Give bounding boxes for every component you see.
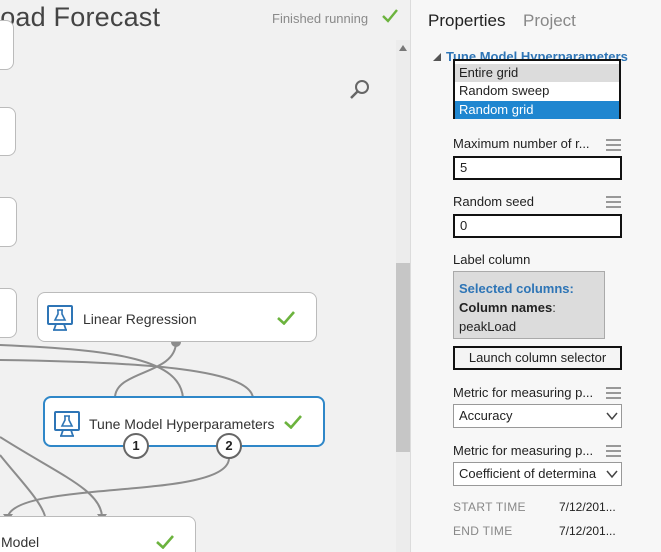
tab-properties[interactable]: Properties	[428, 11, 505, 31]
flask-monitor-icon	[54, 411, 80, 437]
end-time-label: END TIME	[453, 524, 513, 538]
module-label: Tune Model Hyperparameters	[89, 416, 275, 432]
connection-wires	[0, 337, 258, 521]
tab-project[interactable]: Project	[523, 11, 576, 31]
parameter-menu-icon[interactable]	[606, 387, 621, 399]
check-icon	[277, 311, 295, 325]
column-names-value: peakLoad	[459, 319, 517, 334]
label-column-label: Label column	[453, 252, 531, 267]
chevron-down-icon	[606, 412, 618, 421]
start-time-label: START TIME	[453, 500, 526, 514]
chevron-down-icon	[606, 470, 618, 479]
max-runs-input[interactable]: 5	[453, 156, 622, 180]
module-partial-3[interactable]	[0, 197, 17, 247]
metric-regression-select[interactable]: Coefficient of determina	[453, 462, 622, 486]
flask-monitor-icon	[47, 305, 73, 331]
end-time-value: 7/12/201...	[559, 524, 616, 538]
option-random-sweep[interactable]: Random sweep	[455, 82, 619, 100]
scrollbar-thumb[interactable]	[396, 263, 410, 452]
scroll-up-icon[interactable]	[399, 44, 407, 52]
random-seed-label: Random seed	[453, 194, 534, 209]
module-tune-model-hyperparameters[interactable]: Tune Model Hyperparameters	[43, 396, 325, 447]
module-label: Linear Regression	[83, 311, 197, 327]
column-names-separator: :	[552, 300, 556, 315]
module-label: Model	[1, 534, 40, 550]
launch-column-selector-button[interactable]: Launch column selector	[453, 346, 622, 370]
option-entire-grid[interactable]: Entire grid	[455, 64, 619, 82]
max-runs-label: Maximum number of r...	[453, 136, 590, 151]
selected-value: Coefficient of determina	[459, 466, 597, 481]
metric-classification-label: Metric for measuring p...	[453, 385, 594, 400]
selected-columns-box: Selected columns: Column names: peakLoad	[453, 271, 605, 339]
output-port-1[interactable]: 1	[123, 433, 149, 459]
output-port-2[interactable]: 2	[216, 433, 242, 459]
module-partial-2[interactable]	[0, 107, 16, 156]
random-seed-input[interactable]: 0	[453, 214, 622, 238]
column-names-key: Column names	[459, 300, 553, 315]
option-random-grid[interactable]: Random grid	[455, 101, 619, 119]
selected-columns-title: Selected columns:	[459, 281, 574, 296]
module-partial-1[interactable]	[0, 20, 14, 70]
start-time-value: 7/12/201...	[559, 500, 616, 514]
module-model-partial[interactable]: Model	[0, 516, 196, 552]
parameter-menu-icon[interactable]	[606, 139, 621, 151]
check-icon	[284, 415, 302, 429]
properties-panel: Properties Project Tune Model Hyperparam…	[410, 0, 661, 552]
sweep-mode-dropdown-list[interactable]: Entire grid Random sweep Random grid	[453, 59, 621, 119]
selected-value: Accuracy	[459, 408, 513, 423]
module-partial-4[interactable]	[0, 288, 17, 338]
module-linear-regression[interactable]: Linear Regression	[37, 292, 317, 342]
parameter-menu-icon[interactable]	[606, 445, 621, 457]
experiment-canvas[interactable]: load Forecast Finished running Linear Re…	[0, 0, 410, 552]
collapse-triangle-icon[interactable]	[432, 52, 442, 62]
check-icon	[156, 535, 174, 549]
parameter-menu-icon[interactable]	[606, 196, 621, 208]
metric-regression-label: Metric for measuring p...	[453, 443, 594, 458]
metric-classification-select[interactable]: Accuracy	[453, 404, 622, 428]
